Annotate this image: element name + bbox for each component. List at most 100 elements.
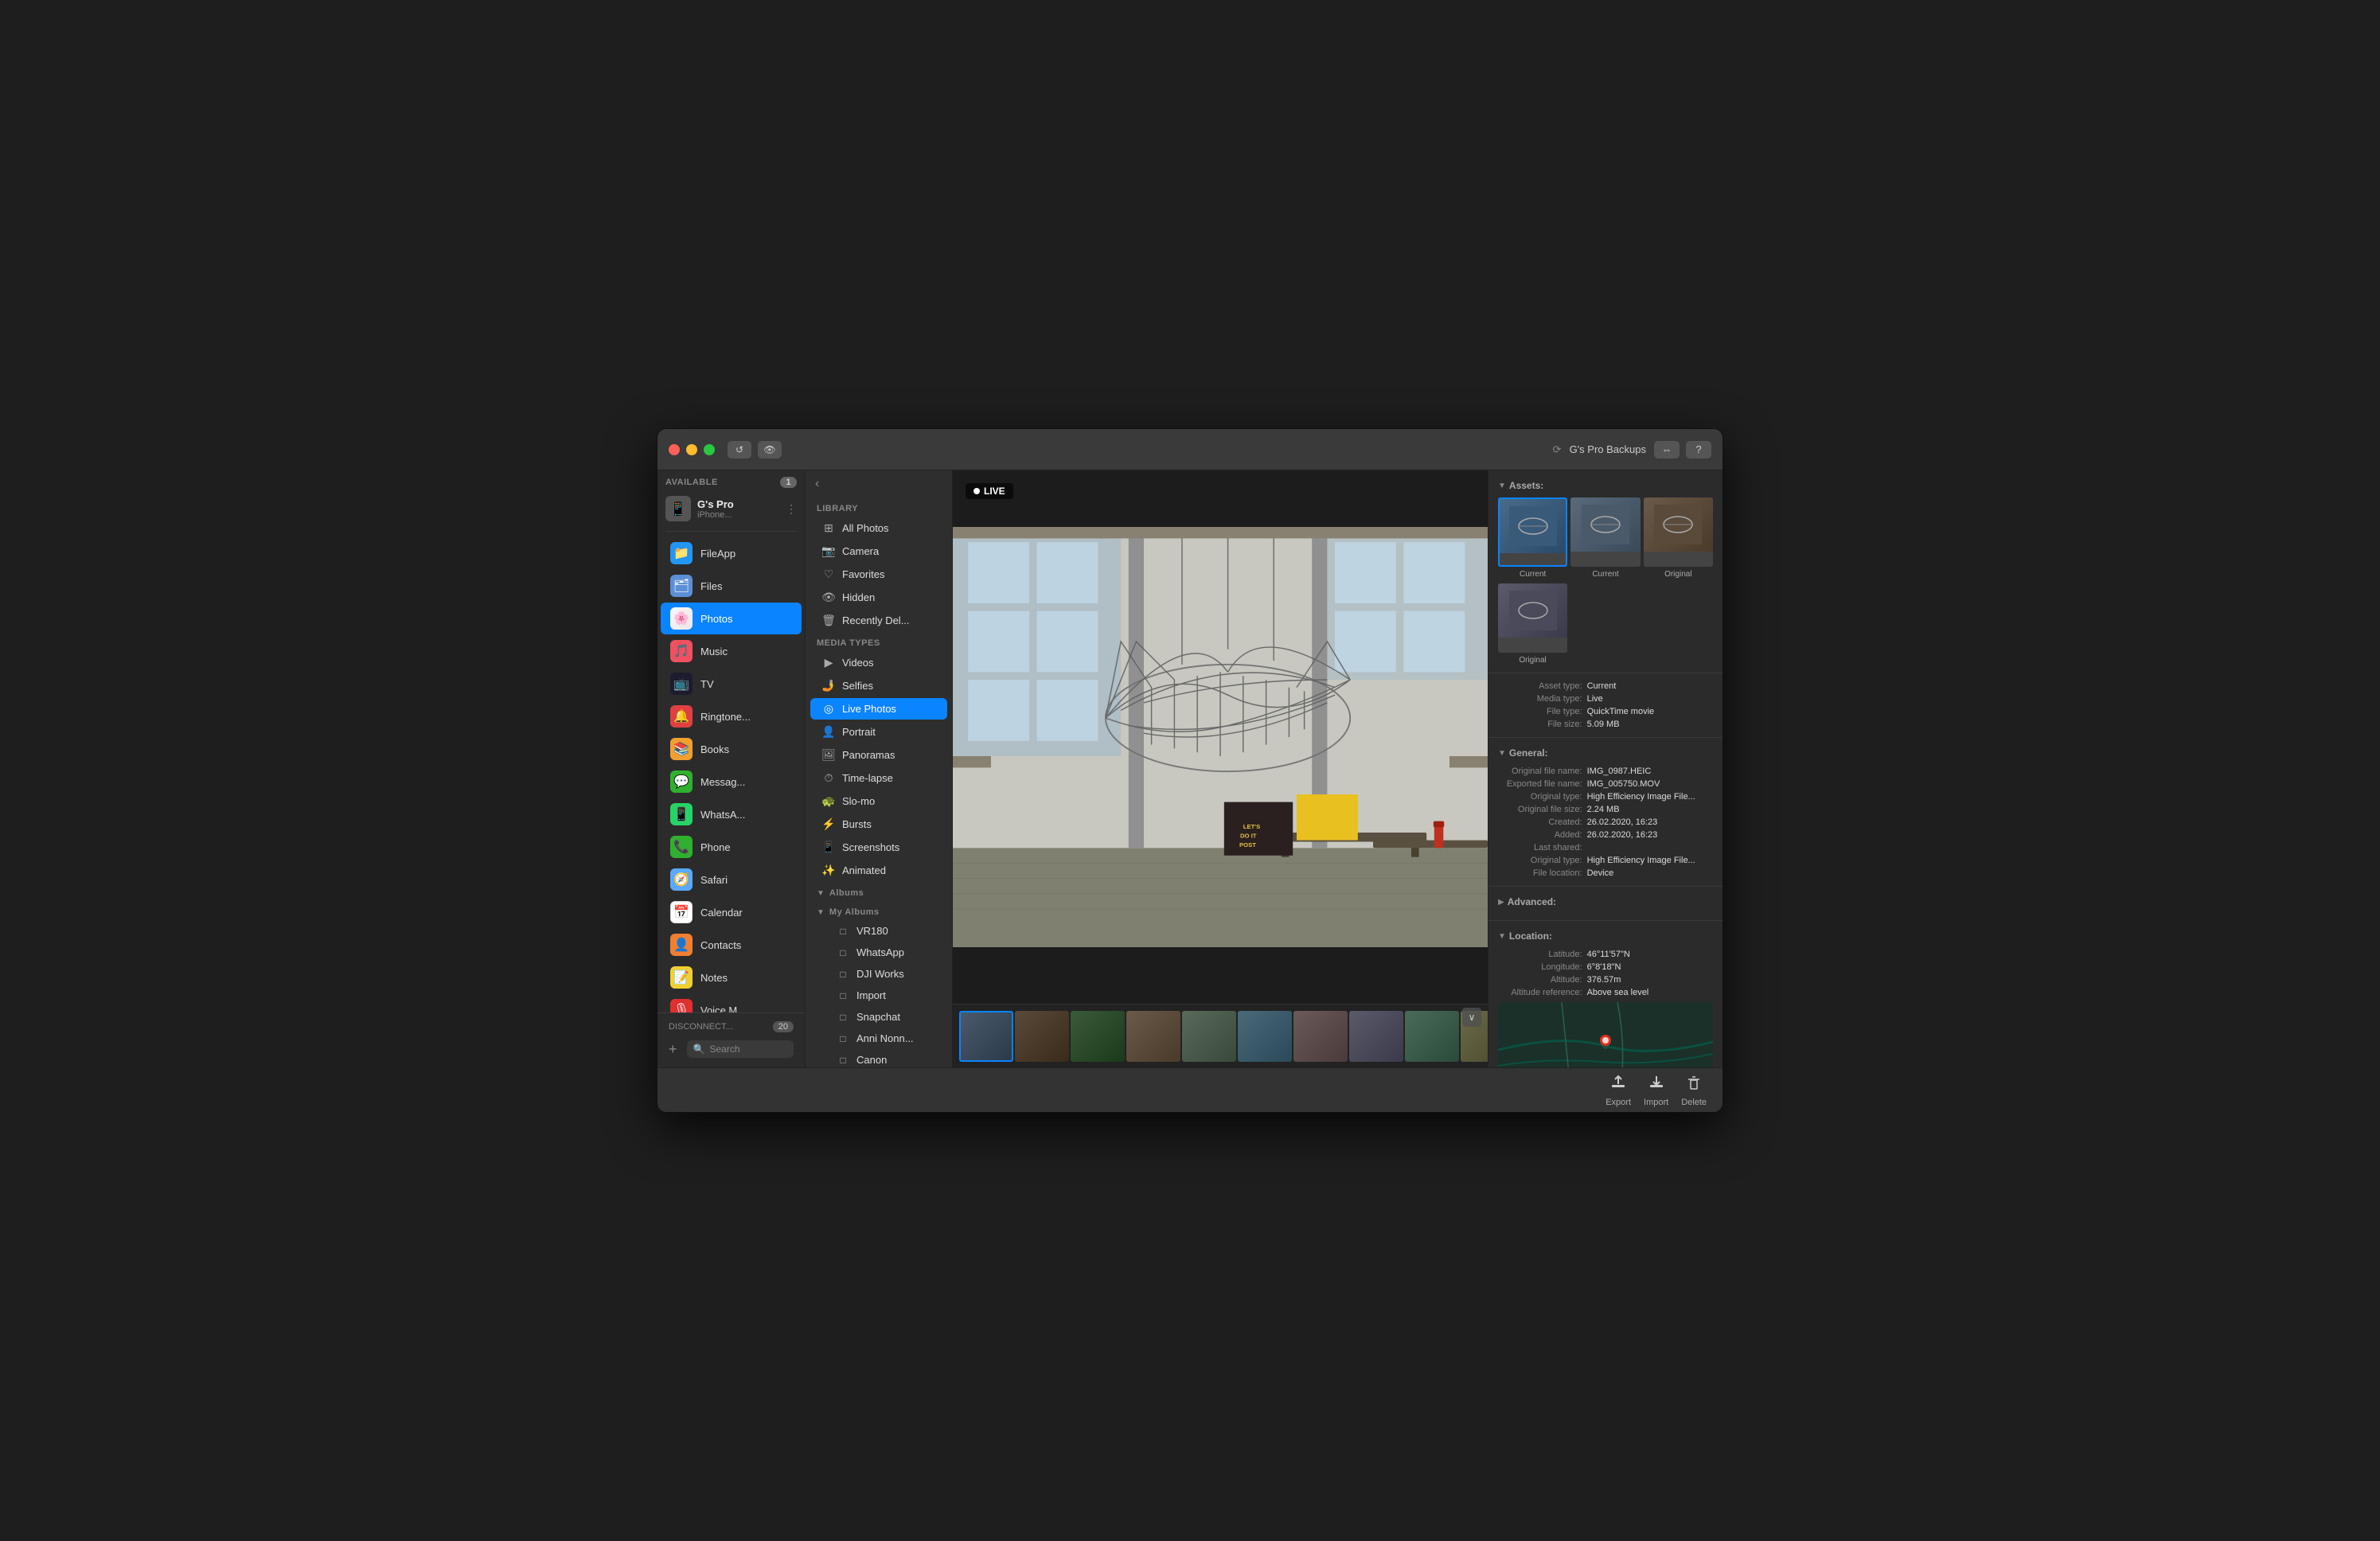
info-row-added: Added: 26.02.2020, 16:23 [1498, 829, 1713, 841]
filmstrip-thumb-9[interactable] [1405, 1011, 1459, 1062]
eye-button[interactable]: 👁 [758, 441, 782, 458]
help-button[interactable]: ? [1686, 441, 1711, 458]
sidebar-item-books[interactable]: 📚 Books [661, 733, 802, 765]
orig-type2-key: Original type: [1498, 856, 1587, 865]
sub-whatsapp[interactable]: □ WhatsApp [810, 942, 947, 962]
sub-djiworks[interactable]: □ DJI Works [810, 964, 947, 984]
nav-videos[interactable]: ▶ Videos [810, 652, 947, 673]
nav-live-photos[interactable]: ◎ Live Photos [810, 698, 947, 720]
back-button[interactable]: ‹ [806, 470, 952, 497]
calendar-icon: 📅 [670, 901, 693, 923]
refresh-button[interactable]: ↺ [728, 441, 751, 458]
nav-animated[interactable]: ✨ Animated [810, 860, 947, 881]
delete-button[interactable]: Delete [1681, 1074, 1707, 1107]
maximize-button[interactable] [704, 444, 715, 455]
nav-favorites[interactable]: ♡ Favorites [810, 564, 947, 585]
sidebar-item-notes[interactable]: 📝 Notes [661, 962, 802, 993]
asset-thumb-current-1[interactable] [1498, 497, 1567, 567]
longitude-key: Longitude: [1498, 962, 1587, 972]
general-header[interactable]: ▼ General: [1498, 744, 1713, 765]
nav-selfies[interactable]: 🤳 Selfies [810, 675, 947, 696]
my-albums-group[interactable]: ▼ My Albums [806, 901, 952, 920]
tv-label: TV [700, 678, 714, 690]
sort-icon: ⋮ [786, 502, 797, 516]
sidebar-item-calendar[interactable]: 📅 Calendar [661, 896, 802, 928]
main-photo-svg: LET'S DO IT POST [953, 470, 1488, 1004]
sub-anni-nonn[interactable]: □ Anni Nonn... [810, 1028, 947, 1048]
nav-slomo[interactable]: 🐢 Slo-mo [810, 790, 947, 812]
asset-thumb-1-col: Current [1498, 497, 1567, 580]
filmstrip-thumb-8[interactable] [1349, 1011, 1403, 1062]
whatsapp-album-label: WhatsApp [856, 946, 904, 958]
nav-portrait[interactable]: 👤 Portrait [810, 721, 947, 743]
sub-vr180[interactable]: □ VR180 [810, 921, 947, 941]
map-svg [1498, 1002, 1713, 1067]
sub-snapchat[interactable]: □ Snapchat [810, 1007, 947, 1027]
filmstrip-scroll-down[interactable]: ∨ [1462, 1008, 1481, 1027]
location-header[interactable]: ▼ Location: [1498, 927, 1713, 948]
sidebar-item-whatsapp[interactable]: 📱 WhatsA... [661, 798, 802, 830]
device-name: G's Pro [697, 498, 779, 510]
filmstrip-thumb-3[interactable] [1071, 1011, 1125, 1062]
assets-header[interactable]: ▼ Assets: [1498, 477, 1713, 497]
search-input[interactable] [709, 1044, 787, 1055]
filmstrip-thumb-7[interactable] [1293, 1011, 1348, 1062]
nav-hidden[interactable]: 👁 Hidden [810, 587, 947, 608]
nav-timelapse[interactable]: ⏱ Time-lapse [810, 767, 947, 789]
filmstrip-thumb-4[interactable] [1126, 1011, 1180, 1062]
nav-screenshots[interactable]: 📱 Screenshots [810, 837, 947, 858]
sidebar-item-ringtone[interactable]: 🔔 Ringtone... [661, 700, 802, 732]
info-row-orig-filename: Original file name: IMG_0987.HEIC [1498, 765, 1713, 778]
library-section-label: LIBRARY [806, 497, 952, 517]
selfies-label: Selfies [842, 680, 873, 692]
info-row-latitude: Latitude: 46°11'57"N [1498, 948, 1713, 961]
sidebar-item-tv[interactable]: 📺 TV [661, 668, 802, 700]
nav-camera[interactable]: 📷 Camera [810, 540, 947, 562]
add-button[interactable]: + [665, 1041, 681, 1058]
device-item[interactable]: 📱 G's Pro iPhone... ⋮ [657, 491, 805, 526]
sidebar-item-fileapp[interactable]: 📁 FileApp [661, 537, 802, 569]
search-container: 🔍 [687, 1040, 794, 1058]
import-button[interactable]: Import [1644, 1074, 1668, 1107]
asset-thumb-current-2[interactable] [1570, 497, 1640, 567]
filmstrip-thumb-1[interactable] [959, 1011, 1013, 1062]
asset-thumb-original-1[interactable] [1644, 497, 1713, 567]
advanced-header[interactable]: ▶ Advanced: [1498, 893, 1713, 914]
orig-filename-key: Original file name: [1498, 767, 1587, 776]
sidebar-item-photos[interactable]: 🌸 Photos [661, 603, 802, 634]
sub-import[interactable]: □ Import [810, 985, 947, 1005]
location-arrow-icon: ▼ [1498, 932, 1506, 941]
albums-group[interactable]: ▼ Albums [806, 882, 952, 901]
titlebar-actions: ⇔ ? [1654, 441, 1711, 458]
anni-nonn-label: Anni Nonn... [856, 1032, 914, 1044]
sidebar-item-voicememo[interactable]: 🎙 Voice M... [661, 994, 802, 1012]
live-photos-label: Live Photos [842, 703, 896, 715]
sub-canon[interactable]: □ Canon [810, 1050, 947, 1067]
sidebar-item-safari[interactable]: 🧭 Safari [661, 864, 802, 895]
nav-all-photos[interactable]: ⊞ All Photos [810, 517, 947, 539]
transfer-button[interactable]: ⇔ [1654, 441, 1680, 458]
hidden-label: Hidden [842, 591, 875, 603]
assets-title: Assets: [1509, 480, 1543, 491]
sidebar-item-files[interactable]: 🗂 Files [661, 570, 802, 602]
phone-label: Phone [700, 841, 731, 853]
asset-thumb-original-2[interactable] [1498, 583, 1567, 653]
map-placeholder[interactable] [1498, 1002, 1713, 1067]
nav-panoramas[interactable]: 🖼 Panoramas [810, 744, 947, 766]
asset-label-original-2: Original [1498, 654, 1567, 666]
minimize-button[interactable] [686, 444, 697, 455]
sidebar-item-phone[interactable]: 📞 Phone [661, 831, 802, 863]
export-button[interactable]: Export [1606, 1074, 1631, 1107]
bursts-label: Bursts [842, 818, 872, 830]
nav-recently-del[interactable]: 🗑 Recently Del... [810, 610, 947, 631]
available-header: AVAILABLE 1 [657, 470, 805, 491]
filmstrip-thumb-2[interactable] [1015, 1011, 1069, 1062]
filmstrip-thumb-5[interactable] [1182, 1011, 1236, 1062]
sidebar-item-messages[interactable]: 💬 Messag... [661, 766, 802, 798]
filmstrip-thumb-6[interactable] [1238, 1011, 1292, 1062]
close-button[interactable] [669, 444, 680, 455]
sidebar-item-music[interactable]: 🎵 Music [661, 635, 802, 667]
search-icon: 🔍 [693, 1044, 705, 1055]
sidebar-item-contacts[interactable]: 👤 Contacts [661, 929, 802, 961]
nav-bursts[interactable]: ⚡ Bursts [810, 813, 947, 835]
